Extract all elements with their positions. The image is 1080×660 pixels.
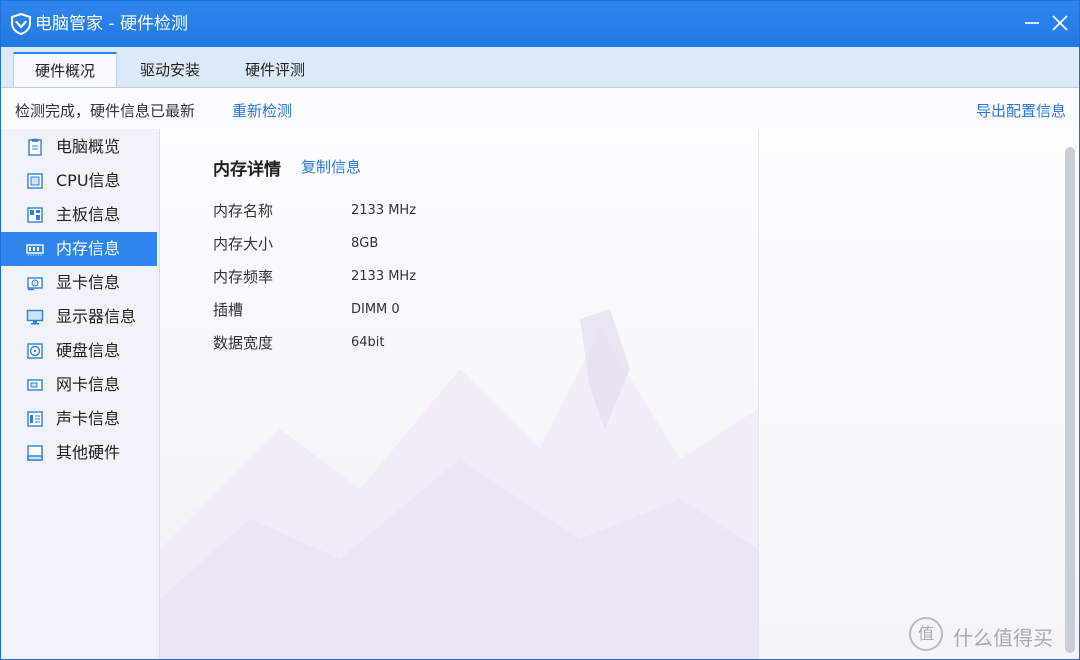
detail-key: 内存频率 <box>213 268 274 286</box>
sidebar-item-label: 其他硬件 <box>56 443 121 462</box>
sidebar-item-hard-disk[interactable]: 硬盘信息 <box>1 334 157 368</box>
detail-key: 数据宽度 <box>213 334 274 352</box>
sidebar-item-monitor[interactable]: 显示器信息 <box>1 300 157 334</box>
tab-driver-install[interactable]: 驱动安装 <box>121 53 219 87</box>
status-text: 检测完成，硬件信息已最新 <box>15 102 196 120</box>
app-window: 电脑管家 - 硬件检测 硬件概况 驱动安装 硬件评测 检测完成，硬件信息已最新 … <box>0 0 1080 660</box>
sidebar-item-label: 电脑概览 <box>56 137 121 156</box>
cpu-icon <box>27 173 43 189</box>
sidebar-item-motherboard[interactable]: 主板信息 <box>1 198 157 232</box>
status-row: 检测完成，硬件信息已最新 重新检测 导出配置信息 <box>1 88 1079 128</box>
sidebar-item-memory[interactable]: 内存信息 <box>1 232 157 266</box>
sidebar-item-cpu[interactable]: CPU信息 <box>1 164 157 198</box>
window-title: 电脑管家 - 硬件检测 <box>35 14 188 34</box>
tab-hardware-benchmark[interactable]: 硬件评测 <box>226 53 324 87</box>
detail-key: 插槽 <box>213 301 244 319</box>
close-icon[interactable] <box>1047 11 1073 35</box>
sidebar-item-label: 内存信息 <box>56 239 121 258</box>
right-panel <box>758 129 1079 659</box>
sidebar-item-overview[interactable]: 电脑概览 <box>1 130 157 164</box>
overview-icon <box>28 138 42 156</box>
sidebar-item-label: CPU信息 <box>56 171 121 190</box>
detail-value: 2133 MHz <box>351 203 417 218</box>
title-bar[interactable]: 电脑管家 - 硬件检测 <box>1 1 1079 47</box>
watermark-logo: 值 <box>909 617 943 651</box>
sidebar-item-other-hardware[interactable]: 其他硬件 <box>1 436 157 470</box>
network-card-icon <box>27 379 43 391</box>
watermark-text: 什么值得买 <box>953 626 1053 650</box>
vertical-scrollbar[interactable] <box>1065 147 1075 653</box>
detail-value: DIMM 0 <box>351 302 400 317</box>
scrollbar-thumb[interactable] <box>1065 147 1075 653</box>
sidebar-item-label: 显示器信息 <box>56 307 137 326</box>
detail-value: 64bit <box>351 335 385 350</box>
monitor-icon <box>26 309 44 325</box>
detail-title: 内存详情 <box>213 160 281 180</box>
sidebar-item-label: 硬盘信息 <box>56 341 121 360</box>
detail-value: 2133 MHz <box>351 269 417 284</box>
tab-hardware-overview[interactable]: 硬件概况 <box>13 52 117 87</box>
memory-detail-panel: 内存详情 复制信息 内存名称 2133 MHz 内存大小 8GB 内存频率 21… <box>160 129 758 659</box>
graphics-card-icon <box>27 277 43 291</box>
shield-icon <box>11 13 31 35</box>
sidebar-item-label: 声卡信息 <box>56 409 121 428</box>
memory-icon <box>26 244 44 256</box>
hard-disk-icon <box>27 343 43 359</box>
sound-card-icon <box>27 411 43 427</box>
sidebar-item-network-card[interactable]: 网卡信息 <box>1 368 157 402</box>
tab-bar: 硬件概况 驱动安装 硬件评测 <box>1 47 1079 88</box>
sidebar-item-label: 显卡信息 <box>56 273 121 292</box>
sidebar-item-graphics[interactable]: 显卡信息 <box>1 266 157 300</box>
sidebar: 电脑概览 CPU信息 主板信息 内存信息 显卡信息 显示器信息 硬盘信息 网卡信… <box>1 129 160 659</box>
detail-key: 内存大小 <box>213 235 274 253</box>
other-hardware-icon <box>27 445 43 461</box>
detail-key: 内存名称 <box>213 202 274 220</box>
motherboard-icon <box>27 207 43 223</box>
sidebar-item-label: 网卡信息 <box>56 375 121 394</box>
sidebar-item-sound-card[interactable]: 声卡信息 <box>1 402 157 436</box>
minimize-icon[interactable] <box>1019 11 1045 35</box>
copy-info-link[interactable]: 复制信息 <box>301 156 361 177</box>
detail-value: 8GB <box>351 236 379 251</box>
recheck-link[interactable]: 重新检测 <box>232 100 292 121</box>
export-config-link[interactable]: 导出配置信息 <box>976 100 1066 121</box>
sidebar-item-label: 主板信息 <box>56 205 121 224</box>
